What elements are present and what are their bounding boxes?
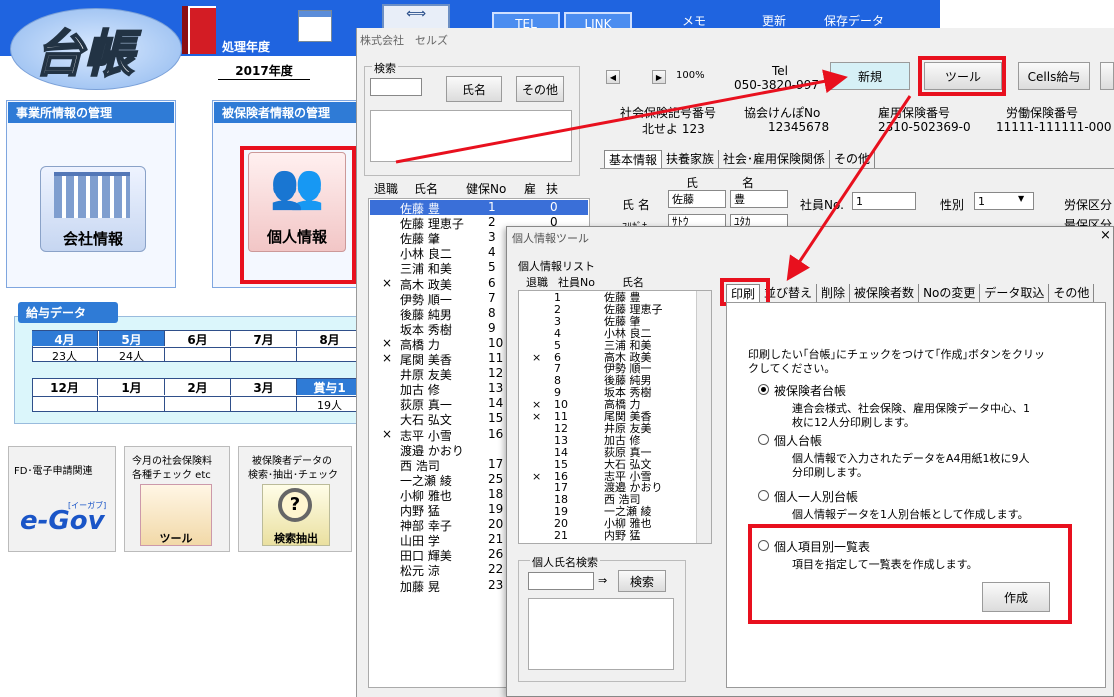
arrow-to-tool-button — [395, 69, 848, 164]
annotation-arrows — [395, 69, 912, 281]
arrow-to-tool-window — [786, 95, 912, 281]
